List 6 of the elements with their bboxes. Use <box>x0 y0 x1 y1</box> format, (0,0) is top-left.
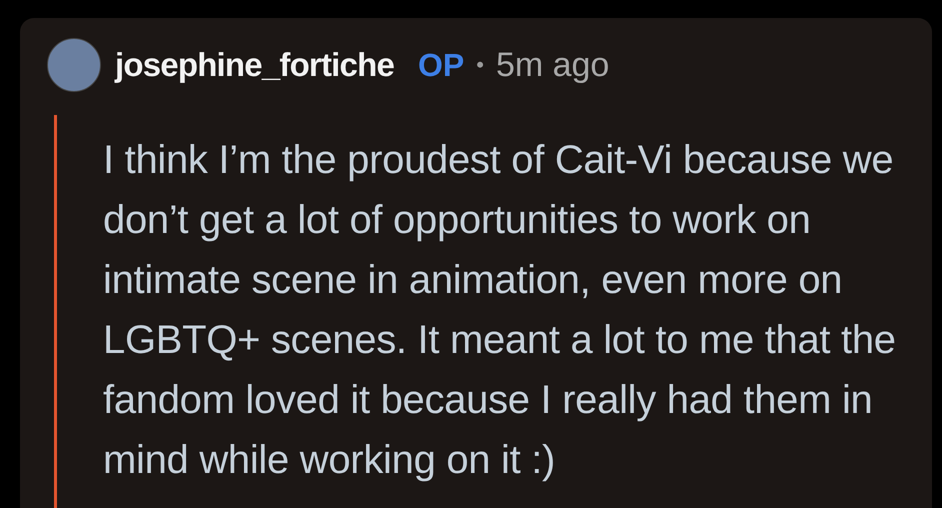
avatar[interactable] <box>47 38 101 92</box>
comment-text: I think I’m the proudest of Cait-Vi because we don’t get a lot of opportunities to work on intimate scene in animation, even more on LGBTQ+ scenes. It meant a lot to me that the fandom loved it because I really had them in mind while working on it :) <box>103 137 897 484</box>
timestamp: 5m ago <box>496 46 610 84</box>
op-label: OP <box>418 46 464 84</box>
username[interactable]: josephine_fortiche <box>115 46 394 84</box>
separator-dot: • <box>476 52 484 78</box>
